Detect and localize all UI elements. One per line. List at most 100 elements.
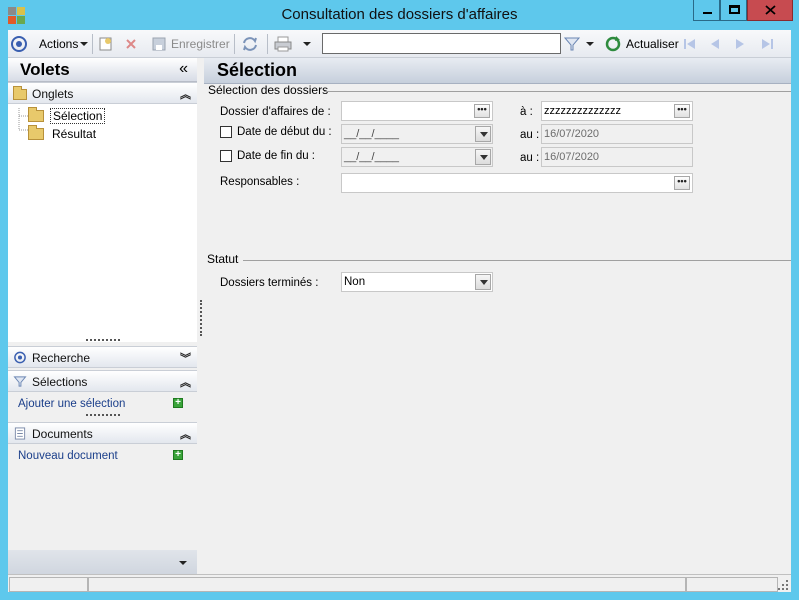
new-document-link[interactable]: Nouveau document xyxy=(18,450,118,462)
start-date-field[interactable]: __/__/____ xyxy=(341,124,493,144)
splitter-grip[interactable] xyxy=(86,339,120,342)
status-cell xyxy=(686,577,778,592)
chevron-up-icon: ︽ xyxy=(180,89,191,101)
previous-record-button[interactable] xyxy=(708,34,722,54)
a-label: à : xyxy=(520,106,533,118)
dossier-to-field[interactable]: zzzzzzzzzzzzzz xyxy=(541,101,693,121)
actions-menu[interactable]: Actions xyxy=(39,34,89,54)
start-date-checkbox[interactable] xyxy=(220,126,232,138)
done-label: Dossiers terminés : xyxy=(220,277,319,289)
search-input[interactable] xyxy=(322,33,561,54)
filter-icon xyxy=(564,37,580,51)
save-button[interactable]: Enregistrer xyxy=(151,34,230,54)
collapse-pane-button[interactable]: « xyxy=(179,60,188,78)
print-button[interactable] xyxy=(274,34,311,54)
dropdown-button[interactable] xyxy=(475,274,491,290)
group-divider xyxy=(243,260,791,261)
chevron-down-icon xyxy=(586,42,594,46)
target-icon xyxy=(14,351,26,364)
new-document-icon xyxy=(99,37,112,51)
maximize-button[interactable] xyxy=(720,0,747,21)
new-button[interactable] xyxy=(98,34,114,54)
save-label: Enregistrer xyxy=(171,37,230,51)
section-documents[interactable]: Documents ︽ xyxy=(8,422,197,444)
delete-button[interactable] xyxy=(124,34,138,54)
next-icon xyxy=(736,39,744,49)
end-date-field[interactable]: __/__/____ xyxy=(341,147,493,167)
group-selection-title: Sélection des dossiers xyxy=(208,83,329,97)
first-record-button[interactable] xyxy=(682,34,698,54)
end-date-label: Date de fin du : xyxy=(237,150,315,162)
filter-button[interactable] xyxy=(564,34,594,54)
dropdown-button[interactable] xyxy=(475,126,491,142)
chevron-up-icon: ︽ xyxy=(180,377,191,389)
dropdown-button[interactable] xyxy=(475,149,491,165)
status-cell xyxy=(88,577,686,592)
document-icon xyxy=(14,427,26,440)
chevron-down-icon xyxy=(80,42,89,46)
previous-icon xyxy=(711,39,719,49)
folder-icon xyxy=(28,125,44,140)
open-folder-icon xyxy=(28,107,44,122)
first-icon xyxy=(684,39,695,49)
minimize-icon xyxy=(703,12,712,14)
responsables-label: Responsables : xyxy=(220,176,300,188)
browse-button[interactable]: ••• xyxy=(674,104,690,118)
start-date-label: Date de début du : xyxy=(237,126,332,138)
tabs-tree: Sélection Résultat xyxy=(8,104,197,342)
tree-item-label: Sélection xyxy=(50,108,106,124)
pane-footer xyxy=(8,550,197,574)
target-button[interactable] xyxy=(10,34,28,54)
dossier-label: Dossier d'affaires de : xyxy=(220,106,331,118)
last-record-button[interactable] xyxy=(759,34,775,54)
section-recherche[interactable]: Recherche ︾ xyxy=(8,346,197,368)
chevron-down-icon[interactable] xyxy=(178,560,188,566)
section-selections[interactable]: Sélections ︽ xyxy=(8,370,197,392)
section-recherche-label: Recherche xyxy=(32,351,91,365)
target-icon xyxy=(11,36,27,52)
refresh-button[interactable]: Actualiser xyxy=(604,34,679,54)
pane-title: Volets xyxy=(20,60,70,79)
browse-button[interactable]: ••• xyxy=(474,104,490,118)
start-au-field[interactable]: 16/07/2020 xyxy=(541,124,693,144)
chevron-down-icon xyxy=(303,42,311,46)
sync-button[interactable] xyxy=(241,34,259,54)
save-icon xyxy=(152,37,166,51)
splitter-grip[interactable] xyxy=(86,414,120,417)
responsables-field[interactable] xyxy=(341,173,693,193)
start-au-label: au : xyxy=(520,129,540,141)
section-onglets[interactable]: Onglets ︽ xyxy=(8,82,197,104)
close-icon xyxy=(765,5,776,15)
app-window: Consultation des dossiers d'affaires Act… xyxy=(0,0,799,600)
end-au-field[interactable]: 16/07/2020 xyxy=(541,147,693,167)
last-icon xyxy=(762,39,773,49)
end-date-checkbox[interactable] xyxy=(220,150,232,162)
resize-grip-icon[interactable] xyxy=(778,580,788,590)
add-icon[interactable]: + xyxy=(173,450,183,460)
tree-item-resultat[interactable]: Résultat xyxy=(28,125,98,142)
refresh-label: Actualiser xyxy=(626,37,679,51)
filter-icon xyxy=(13,376,27,387)
done-select[interactable]: Non xyxy=(341,272,493,292)
add-icon[interactable]: + xyxy=(173,398,183,408)
tree-item-selection[interactable]: Sélection xyxy=(28,107,106,124)
group-divider xyxy=(324,91,791,92)
status-cell xyxy=(9,577,88,592)
minimize-button[interactable] xyxy=(693,0,720,21)
close-button[interactable] xyxy=(747,0,793,21)
pane-header: Volets « xyxy=(8,58,197,82)
tree-item-label: Résultat xyxy=(52,127,97,141)
section-selections-label: Sélections xyxy=(32,375,88,389)
page-title: Sélection xyxy=(217,60,298,80)
client-area: Actions Enregistrer Actualiser Volets « … xyxy=(8,30,791,592)
browse-button[interactable]: ••• xyxy=(674,176,690,190)
status-bar xyxy=(8,574,791,592)
dossier-from-field[interactable] xyxy=(341,101,493,121)
folder-icon xyxy=(13,86,27,100)
group-status-title: Statut xyxy=(207,252,239,266)
vertical-splitter[interactable] xyxy=(200,300,202,336)
section-onglets-label: Onglets xyxy=(32,87,74,101)
next-record-button[interactable] xyxy=(733,34,747,54)
end-au-label: au : xyxy=(520,152,540,164)
add-selection-link[interactable]: Ajouter une sélection xyxy=(18,398,125,410)
